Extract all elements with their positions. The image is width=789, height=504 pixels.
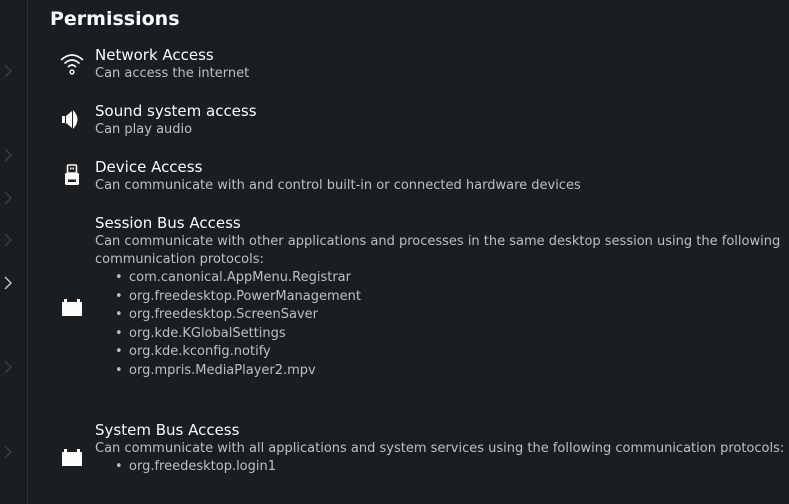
- protocol-list: com.canonical.AppMenu.Registrar org.free…: [95, 269, 789, 380]
- permission-text: Sound system access Can play audio: [95, 101, 789, 139]
- protocol-list: org.freedesktop.login1: [95, 458, 789, 477]
- permission-name: Network Access: [95, 46, 214, 64]
- permission-name: Device Access: [95, 158, 203, 176]
- permission-name: System Bus Access: [95, 421, 240, 439]
- protocol-item: com.canonical.AppMenu.Registrar: [115, 269, 789, 288]
- protocol-item: org.freedesktop.PowerManagement: [115, 288, 789, 307]
- wifi-icon: [59, 51, 85, 77]
- bus-icon: [59, 295, 85, 321]
- protocol-item: org.mpris.MediaPlayer2.mpv: [115, 362, 789, 381]
- permission-text: Device Access Can communicate with and c…: [95, 157, 789, 195]
- chevron-right-icon[interactable]: [3, 233, 13, 247]
- permissions-panel: Permissions Network Access Can access th…: [28, 0, 789, 504]
- permission-description: Can access the internet: [95, 66, 250, 81]
- permission-description: Can communicate with and control built-i…: [95, 178, 581, 193]
- chevron-right-icon[interactable]: [3, 64, 13, 78]
- permission-description: Can communicate with other applications …: [95, 234, 781, 267]
- permission-text: Network Access Can access the internet: [95, 45, 789, 83]
- chevron-right-icon[interactable]: [3, 360, 13, 374]
- usb-drive-icon: [59, 162, 85, 188]
- permission-description: Can play audio: [95, 122, 193, 137]
- chevron-right-icon[interactable]: [3, 191, 13, 205]
- chevron-right-icon[interactable]: [3, 445, 13, 459]
- bus-icon: [59, 445, 85, 471]
- section-title: Permissions: [50, 8, 180, 30]
- permission-name: Sound system access: [95, 102, 257, 120]
- protocol-item: org.kde.kconfig.notify: [115, 343, 789, 362]
- permission-text: System Bus Access Can communicate with a…: [95, 420, 789, 477]
- protocol-item: org.freedesktop.login1: [115, 458, 789, 477]
- protocol-item: org.kde.KGlobalSettings: [115, 325, 789, 344]
- left-nav-strip: [0, 0, 28, 504]
- permission-text: Session Bus Access Can communicate with …: [95, 213, 789, 380]
- permission-name: Session Bus Access: [95, 214, 241, 232]
- chevron-right-icon[interactable]: [3, 276, 13, 290]
- protocol-item: org.freedesktop.ScreenSaver: [115, 306, 789, 325]
- chevron-right-icon[interactable]: [3, 148, 13, 162]
- permission-description: Can communicate with all applications an…: [95, 441, 785, 456]
- speaker-icon: [59, 106, 85, 132]
